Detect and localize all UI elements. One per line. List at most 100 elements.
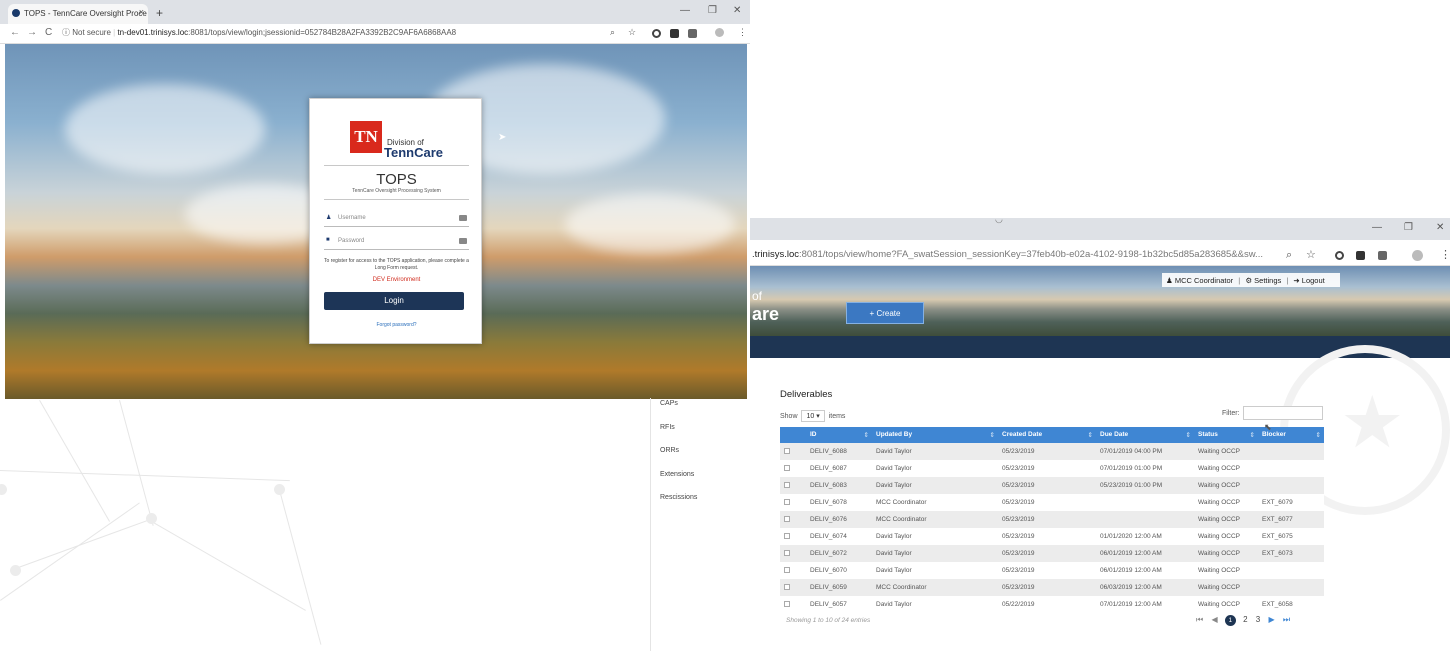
cell-blocker[interactable]: EXT_6058 (1258, 596, 1324, 613)
menu-icon[interactable]: ⋮ (738, 27, 747, 38)
table-row[interactable]: DELIV_6070 David Taylor 05/23/2019 06/01/20… (780, 562, 1324, 579)
row-checkbox[interactable] (780, 511, 806, 528)
maximize-icon[interactable]: ❐ (708, 5, 717, 16)
cell-blocker[interactable] (1258, 477, 1324, 494)
checkbox[interactable] (784, 600, 790, 607)
minimize-icon[interactable]: — (1372, 222, 1382, 233)
row-checkbox[interactable] (780, 596, 806, 613)
column-header-id[interactable]: ID ⇕ (806, 427, 872, 443)
create-button[interactable]: + Create (846, 302, 924, 324)
extension-g-icon[interactable] (1378, 251, 1387, 260)
bookmark-star-icon[interactable]: ☆ (628, 27, 636, 38)
row-checkbox[interactable] (780, 562, 806, 579)
user-role-link[interactable]: MCC Coordinator (1175, 276, 1233, 285)
extension-circle-icon[interactable] (1335, 251, 1344, 260)
cell-id[interactable]: DELIV_6072 (806, 545, 872, 562)
zoom-icon[interactable]: ⌕ (610, 27, 615, 38)
prev-page-icon[interactable]: ◀ (1211, 615, 1217, 624)
cell-blocker[interactable]: EXT_6073 (1258, 545, 1324, 562)
row-checkbox[interactable] (780, 443, 806, 460)
checkbox[interactable] (784, 481, 790, 488)
cell-blocker[interactable] (1258, 562, 1324, 579)
reload-icon[interactable]: C (45, 27, 52, 38)
address-bar[interactable]: ⓘ Not secure | tn-dev01.trinisys.loc:808… (62, 27, 542, 41)
checkbox[interactable] (784, 583, 790, 590)
close-window-icon[interactable]: ✕ (733, 5, 741, 16)
logout-link[interactable]: Logout (1302, 276, 1325, 285)
page-button-1[interactable]: 1 (1224, 615, 1236, 626)
cell-id[interactable]: DELIV_6087 (806, 460, 872, 477)
sidebar-item-rfis[interactable]: RFIs (660, 424, 675, 431)
column-header-created-date[interactable]: Created Date ⇕ (998, 427, 1096, 443)
profile-avatar[interactable] (1412, 250, 1423, 261)
cell-id[interactable]: DELIV_6078 (806, 494, 872, 511)
extension-icon[interactable] (670, 29, 679, 38)
minimize-icon[interactable]: — (680, 5, 690, 16)
row-checkbox[interactable] (780, 460, 806, 477)
table-row[interactable]: DELIV_6088 David Taylor 05/23/2019 07/01/20… (780, 443, 1324, 460)
column-header-status[interactable]: Status ⇕ (1194, 427, 1258, 443)
row-checkbox[interactable] (780, 545, 806, 562)
last-page-icon[interactable]: ⏭ (1283, 615, 1290, 625)
username-field[interactable]: ♟ Username (324, 211, 469, 227)
row-checkbox[interactable] (780, 528, 806, 545)
table-row[interactable]: DELIV_6072 David Taylor 05/23/2019 06/01/20… (780, 545, 1324, 562)
cell-blocker[interactable]: EXT_6077 (1258, 511, 1324, 528)
cell-id[interactable]: DELIV_6076 (806, 511, 872, 528)
new-tab-icon[interactable]: + (156, 6, 163, 20)
sidebar-item-extensions[interactable]: Extensions (660, 471, 694, 478)
cell-id[interactable]: DELIV_6057 (806, 596, 872, 613)
checkbox[interactable] (784, 532, 790, 539)
filter-input[interactable] (1243, 406, 1323, 420)
table-row[interactable]: DELIV_6083 David Taylor 05/23/2019 05/23/20… (780, 477, 1324, 494)
extension-circle-icon[interactable] (652, 29, 661, 38)
profile-avatar[interactable] (715, 28, 724, 37)
page-button-3[interactable]: 3 (1256, 615, 1260, 624)
table-row[interactable]: DELIV_6076 MCC Coordinator 05/23/2019 Waiti… (780, 511, 1324, 528)
checkbox[interactable] (784, 464, 790, 471)
sidebar-item-orrs[interactable]: ORRs (660, 447, 679, 454)
first-page-icon[interactable]: ⏮ (1196, 615, 1203, 625)
table-row[interactable]: DELIV_6074 David Taylor 05/23/2019 01/01/20… (780, 528, 1324, 545)
password-field[interactable]: ■ Password (324, 234, 469, 250)
row-checkbox[interactable] (780, 494, 806, 511)
sidebar-item-caps[interactable]: CAPs (660, 400, 678, 407)
checkbox[interactable] (784, 447, 790, 454)
address-bar[interactable]: .trinisys.loc:8081/tops/view/home?FA_swa… (752, 249, 1282, 260)
back-icon[interactable]: ← (10, 27, 20, 38)
browser1-tab[interactable]: TOPS - TennCare Oversight Proce × (8, 4, 148, 24)
cell-blocker[interactable]: EXT_6075 (1258, 528, 1324, 545)
cell-id[interactable]: DELIV_6083 (806, 477, 872, 494)
login-button[interactable]: Login (324, 292, 464, 310)
column-header-due-date[interactable]: Due Date ⇕ (1096, 427, 1194, 443)
cell-id[interactable]: DELIV_6074 (806, 528, 872, 545)
sidebar-item-rescissions[interactable]: Rescissions (660, 494, 697, 501)
forgot-password-link[interactable]: Forgot password? (310, 322, 483, 328)
checkbox[interactable] (784, 566, 790, 573)
cell-id[interactable]: DELIV_6070 (806, 562, 872, 579)
maximize-icon[interactable]: ❐ (1404, 222, 1413, 233)
menu-icon[interactable]: ⋮ (1440, 248, 1450, 261)
cell-blocker[interactable]: EXT_6079 (1258, 494, 1324, 511)
cell-id[interactable]: DELIV_6088 (806, 443, 872, 460)
extension-g-icon[interactable] (688, 29, 697, 38)
page-button-2[interactable]: 2 (1243, 615, 1247, 624)
page-size-select[interactable]: 10 ▾ (801, 410, 825, 422)
table-row[interactable]: DELIV_6078 MCC Coordinator 05/23/2019 Waiti… (780, 494, 1324, 511)
cell-id[interactable]: DELIV_6059 (806, 579, 872, 596)
zoom-icon[interactable]: ⌕ (1286, 249, 1292, 262)
column-header-updated-by[interactable]: Updated By ⇕ (872, 427, 998, 443)
checkbox[interactable] (784, 515, 790, 522)
forward-icon[interactable]: → (27, 27, 37, 38)
tab-close-icon[interactable]: × (139, 7, 144, 17)
next-page-icon[interactable]: ▶ (1268, 615, 1274, 624)
extension-icon[interactable] (1356, 251, 1365, 260)
cell-blocker[interactable] (1258, 579, 1324, 596)
table-row[interactable]: DELIV_6057 David Taylor 05/22/2019 07/01/20… (780, 596, 1324, 613)
row-checkbox[interactable] (780, 579, 806, 596)
table-row[interactable]: DELIV_6087 David Taylor 05/23/2019 07/01/20… (780, 460, 1324, 477)
bookmark-star-icon[interactable]: ☆ (1306, 248, 1316, 261)
checkbox[interactable] (784, 498, 790, 505)
cell-blocker[interactable] (1258, 460, 1324, 477)
close-window-icon[interactable]: ✕ (1436, 222, 1444, 233)
